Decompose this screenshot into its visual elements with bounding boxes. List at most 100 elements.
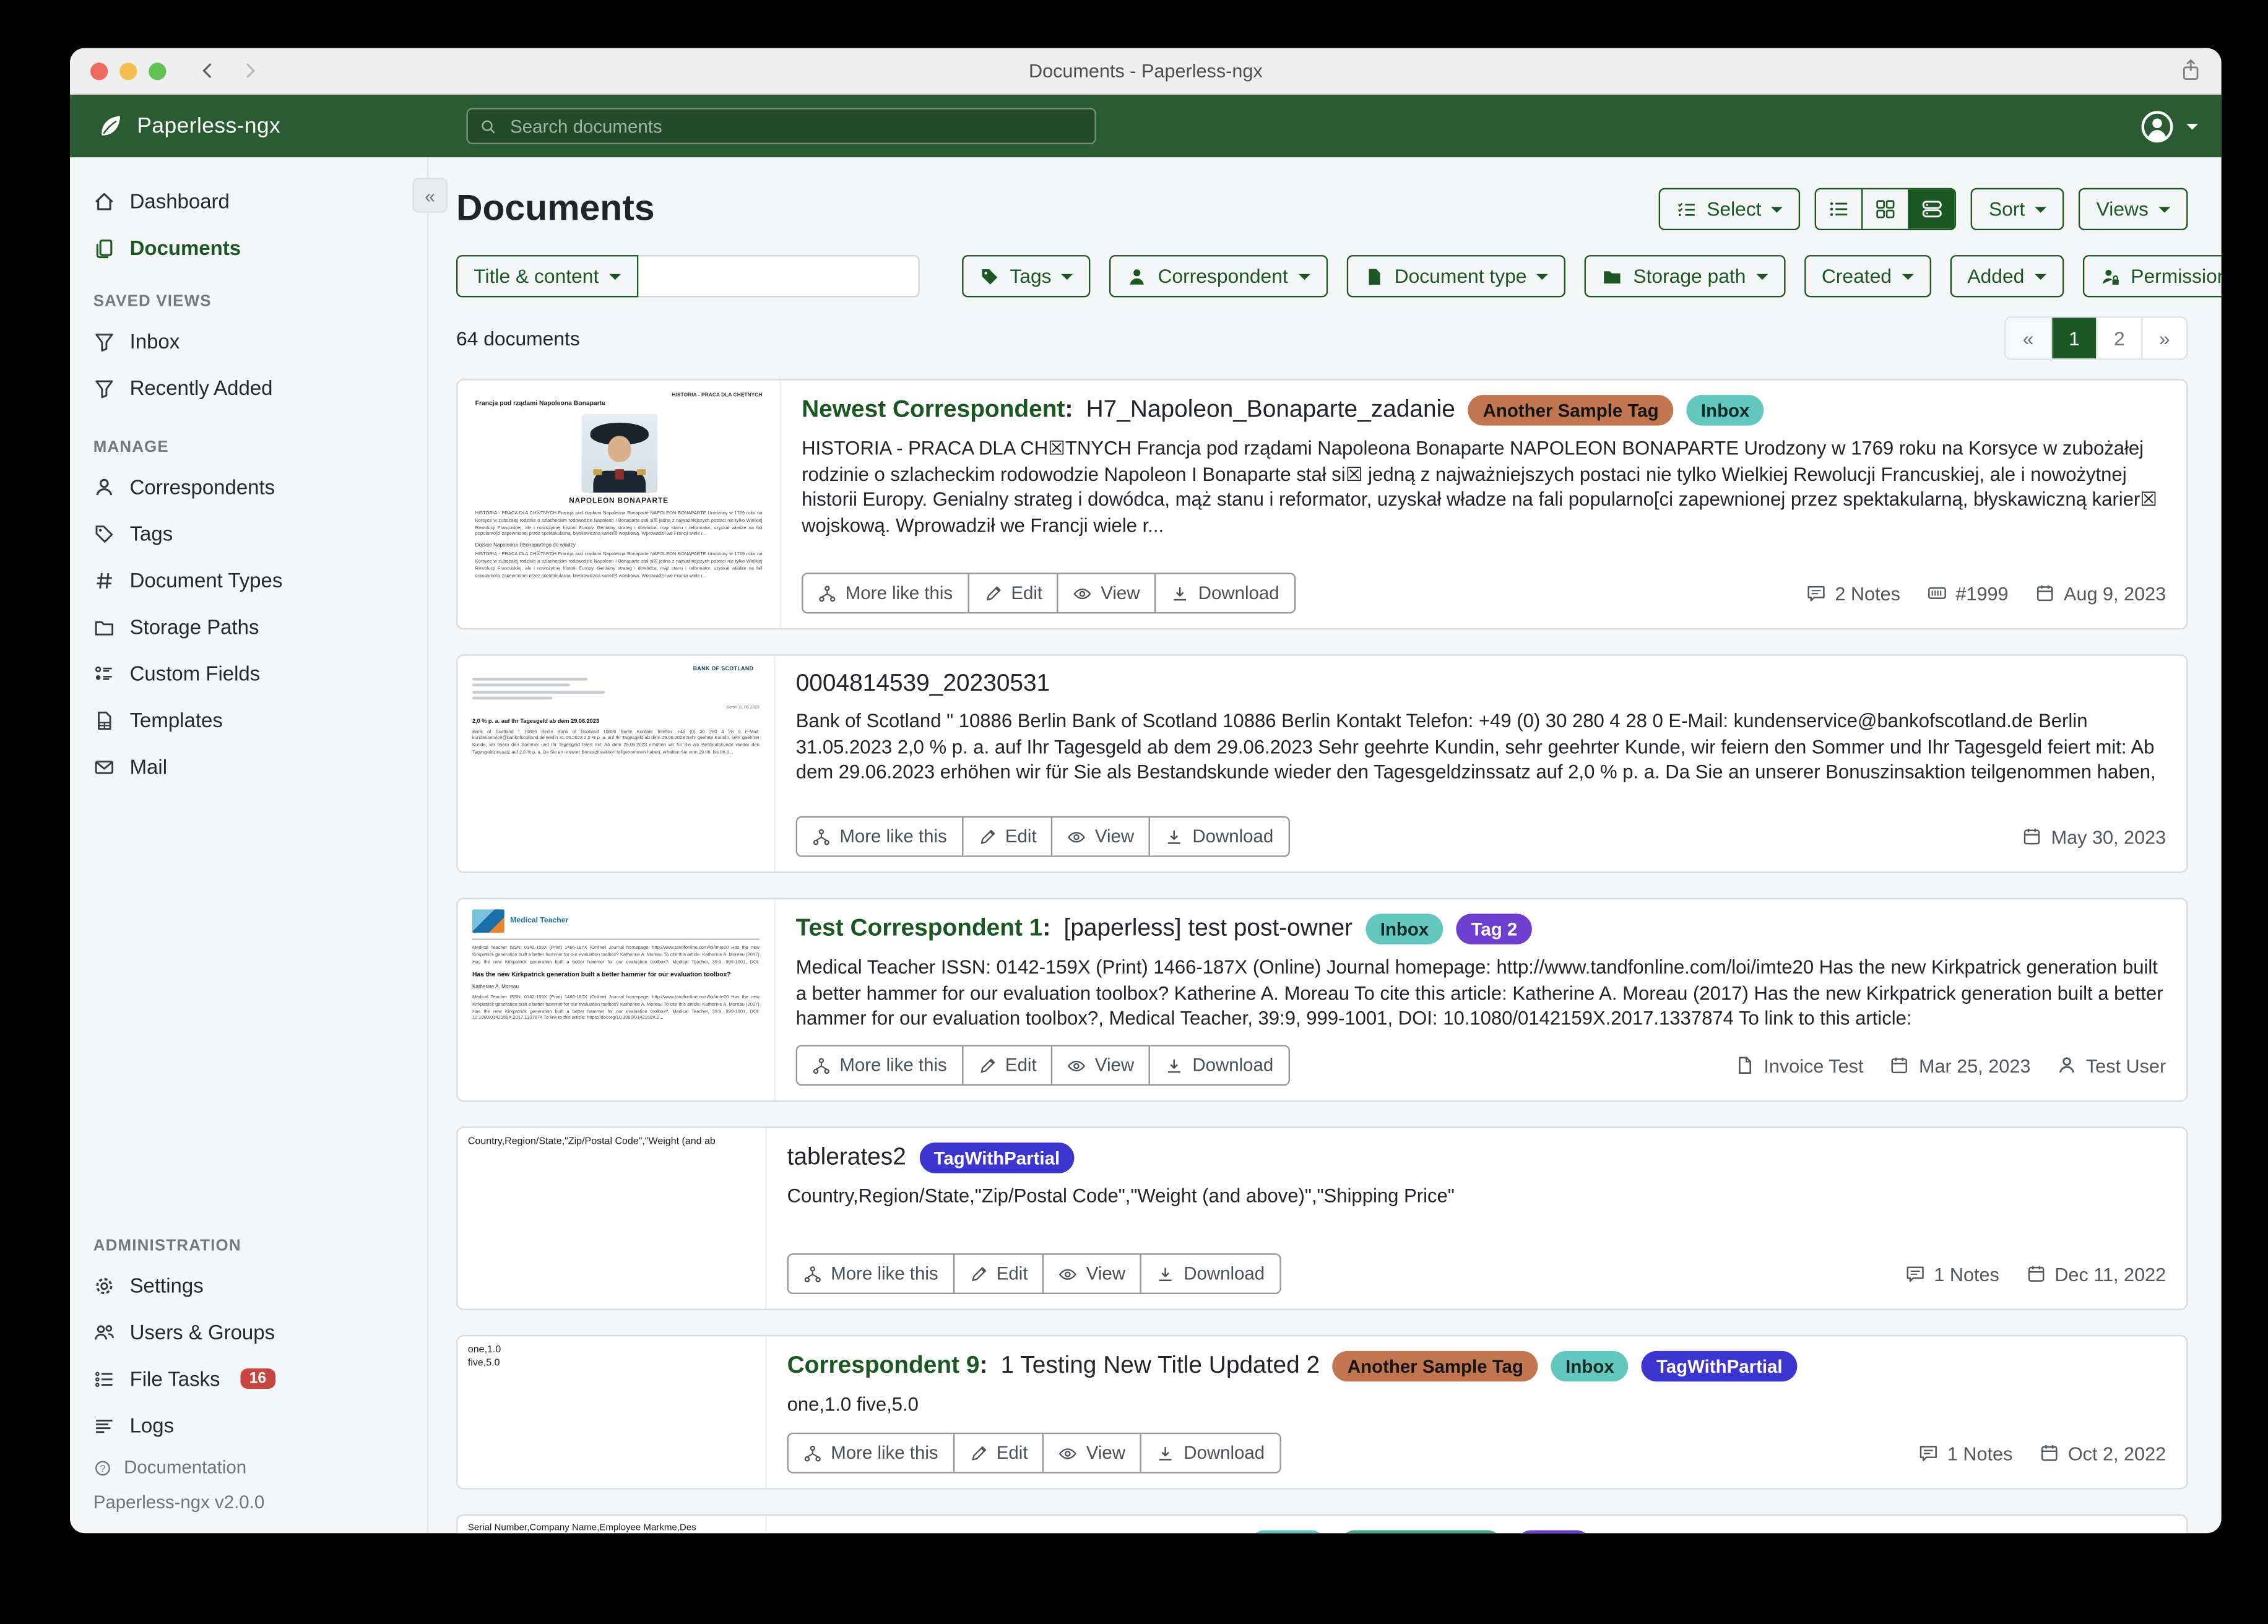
view-detail-button[interactable] bbox=[1908, 189, 1955, 229]
sidebar-item-tags[interactable]: Tags bbox=[70, 510, 427, 556]
more-like-this-button[interactable]: More like this bbox=[803, 574, 967, 612]
tag-pill[interactable]: Inbox bbox=[1686, 395, 1764, 425]
tag-pill[interactable]: Another Sample Tag bbox=[1333, 1351, 1538, 1381]
download-button[interactable]: Download bbox=[1149, 1047, 1288, 1084]
edit-button[interactable]: Edit bbox=[961, 818, 1051, 855]
edit-button[interactable]: Edit bbox=[961, 1047, 1051, 1084]
created-filter-button[interactable]: Created bbox=[1804, 255, 1931, 297]
storage-path-filter-button[interactable]: Storage path bbox=[1585, 255, 1785, 297]
edit-button[interactable]: Edit bbox=[953, 1255, 1042, 1292]
leaf-logo-icon bbox=[96, 112, 124, 140]
page-2-button[interactable]: 2 bbox=[2096, 317, 2141, 358]
view-button[interactable]: View bbox=[1051, 1047, 1148, 1084]
sidebar-collapse-button[interactable]: « bbox=[412, 178, 448, 213]
manage-header: MANAGE bbox=[70, 431, 427, 464]
tag-pill[interactable]: Another Sample Tag bbox=[1468, 395, 1673, 425]
view-list-button[interactable] bbox=[1817, 189, 1862, 229]
title-content-dropdown[interactable]: Title & content bbox=[456, 255, 638, 297]
document-title-link[interactable]: tablerates2 bbox=[787, 1144, 906, 1172]
share-icon[interactable] bbox=[2179, 58, 2202, 82]
correspondent-link[interactable]: Test Correspondent 1 bbox=[796, 915, 1043, 943]
tag-pill[interactable]: Inbox bbox=[1551, 1351, 1629, 1381]
sidebar-item-logs[interactable]: Logs bbox=[70, 1402, 427, 1448]
tag-pill[interactable] bbox=[1340, 1530, 1504, 1533]
document-thumbnail[interactable]: BANK OF SCOTLAND Berlin 31.05.2023 2,0 %… bbox=[457, 656, 775, 872]
sidebar-item-dashboard[interactable]: Dashboard bbox=[70, 178, 427, 224]
document-thumbnail[interactable]: Country,Region/State,"Zip/Postal Code","… bbox=[457, 1128, 766, 1309]
tag-pill[interactable]: Inbox bbox=[1249, 1530, 1327, 1533]
tag-pill[interactable]: Inbox bbox=[1366, 914, 1443, 944]
download-button[interactable]: Download bbox=[1140, 1255, 1279, 1292]
document-thumbnail[interactable]: HISTORIA - PRACA DLA CHĘTNYCH Francja po… bbox=[457, 381, 781, 628]
documents-icon bbox=[93, 237, 115, 259]
administration-header: ADMINISTRATION bbox=[70, 1230, 427, 1262]
brand[interactable]: Paperless-ngx bbox=[96, 112, 280, 140]
more-like-this-button[interactable]: More like this bbox=[789, 1255, 953, 1292]
sidebar-item-settings[interactable]: Settings bbox=[70, 1262, 427, 1308]
document-title-link[interactable]: H7_Napoleon_Bonaparte_zadanie bbox=[1086, 396, 1455, 424]
document-title-link[interactable]: 0004814539_20230531 bbox=[796, 670, 1050, 698]
view-button[interactable]: View bbox=[1042, 1255, 1140, 1292]
sort-button[interactable]: Sort bbox=[1972, 188, 2064, 230]
view-grid-button[interactable] bbox=[1862, 189, 1908, 229]
more-like-this-button[interactable]: More like this bbox=[797, 1047, 961, 1084]
download-button[interactable]: Download bbox=[1149, 818, 1288, 855]
correspondent-link[interactable]: Newest Correspondent bbox=[802, 396, 1065, 424]
correspondent-link[interactable]: Correspondent 9 bbox=[787, 1352, 980, 1380]
more-like-this-button[interactable]: More like this bbox=[789, 1434, 953, 1472]
sidebar-item-document-types[interactable]: Document Types bbox=[70, 557, 427, 603]
notes-count[interactable]: 1 Notes bbox=[1905, 1263, 1999, 1284]
sidebar-item-inbox[interactable]: Inbox bbox=[70, 317, 427, 364]
document-title-link[interactable]: 1 Testing New Title Updated 2 bbox=[1001, 1352, 1320, 1380]
tag-pill[interactable]: Tag 2 bbox=[1517, 1530, 1592, 1533]
sidebar-item-recently-added[interactable]: Recently Added bbox=[70, 365, 427, 411]
select-button[interactable]: Select bbox=[1659, 188, 1801, 230]
search-input[interactable] bbox=[507, 114, 1083, 138]
sidebar-item-storage-paths[interactable]: Storage Paths bbox=[70, 603, 427, 650]
page-prev-button[interactable]: « bbox=[2006, 317, 2051, 358]
document-title-link[interactable]: [paperless] test post-owner bbox=[1064, 915, 1353, 943]
tag-pill[interactable]: TagWithPartial bbox=[919, 1142, 1075, 1173]
added-filter-button[interactable]: Added bbox=[1950, 255, 2064, 297]
tag-pill[interactable]: Tag 2 bbox=[1456, 914, 1532, 944]
correspondent-filter-button[interactable]: Correspondent bbox=[1110, 255, 1328, 297]
sidebar-item-custom-fields[interactable]: Custom Fields bbox=[70, 650, 427, 696]
view-button[interactable]: View bbox=[1057, 574, 1154, 612]
sidebar-item-mail[interactable]: Mail bbox=[70, 743, 427, 790]
caret-down-icon bbox=[1902, 274, 1913, 279]
tags-filter-button[interactable]: Tags bbox=[962, 255, 1091, 297]
graph-icon bbox=[803, 1443, 822, 1462]
download-button[interactable]: Download bbox=[1154, 574, 1294, 612]
document-thumbnail[interactable]: Medical Teacher Medical Teacher ISSN: 01… bbox=[457, 899, 775, 1100]
sidebar-item-users-groups[interactable]: Users & Groups bbox=[70, 1309, 427, 1355]
sidebar-item-documents[interactable]: Documents bbox=[70, 225, 427, 271]
more-like-this-button[interactable]: More like this bbox=[797, 818, 961, 855]
document-thumbnail[interactable]: Serial Number,Company Name,Employee Mark… bbox=[457, 1516, 766, 1533]
notes-count[interactable]: 1 Notes bbox=[1918, 1442, 2013, 1464]
view-button[interactable]: View bbox=[1042, 1434, 1140, 1472]
tag-pill[interactable]: TagWithPartial bbox=[1642, 1351, 1797, 1381]
page-1-button[interactable]: 1 bbox=[2051, 317, 2096, 358]
pencil-icon bbox=[984, 584, 1003, 603]
document-type-filter-button[interactable]: Document type bbox=[1346, 255, 1566, 297]
sidebar-item-file-tasks[interactable]: File Tasks 16 bbox=[70, 1355, 427, 1402]
notes-count[interactable]: 2 Notes bbox=[1806, 582, 1900, 604]
sidebar-item-templates[interactable]: Templates bbox=[70, 697, 427, 743]
page-next-button[interactable]: » bbox=[2141, 317, 2186, 358]
title-content-input[interactable] bbox=[638, 255, 919, 297]
documentation-link[interactable]: Documentation bbox=[70, 1449, 427, 1487]
edit-button[interactable]: Edit bbox=[953, 1434, 1042, 1472]
permissions-filter-button[interactable]: Permissions bbox=[2083, 255, 2222, 297]
titlebar: Documents - Paperless-ngx bbox=[70, 48, 2222, 95]
sidebar-item-correspondents[interactable]: Correspondents bbox=[70, 464, 427, 510]
correspondent-link[interactable]: Newest Correspondent bbox=[787, 1532, 1050, 1533]
view-button[interactable]: View bbox=[1051, 818, 1148, 855]
user-menu[interactable] bbox=[2140, 95, 2198, 157]
gear-icon bbox=[93, 1274, 115, 1296]
document-card: Country,Region/State,"Zip/Postal Code","… bbox=[456, 1126, 2188, 1310]
document-thumbnail[interactable]: one,1.0 five,5.0 bbox=[457, 1336, 766, 1488]
document-title-link[interactable]: Sample100.csv bbox=[1071, 1532, 1236, 1533]
edit-button[interactable]: Edit bbox=[967, 574, 1057, 612]
views-button[interactable]: Views bbox=[2079, 188, 2188, 230]
download-button[interactable]: Download bbox=[1140, 1434, 1279, 1472]
